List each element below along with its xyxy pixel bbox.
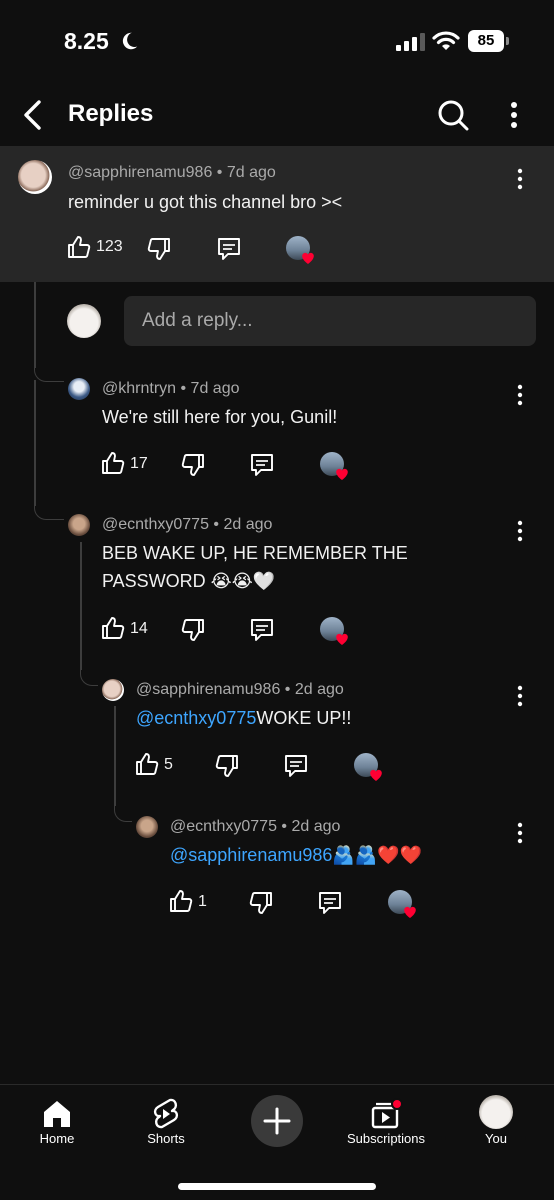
- bottom-nav: Home Shorts Subscriptions You: [0, 1084, 554, 1200]
- reply-icon[interactable]: [283, 753, 309, 779]
- comment-text: @ecnthxy0775WOKE UP!!: [136, 704, 351, 732]
- more-vert-icon[interactable]: [510, 518, 530, 544]
- battery-indicator: 85: [468, 30, 510, 52]
- wifi-icon: [432, 31, 460, 50]
- avatar[interactable]: [136, 816, 158, 838]
- plus-icon: [263, 1107, 291, 1135]
- like-count: 123: [96, 238, 123, 255]
- avatar[interactable]: [68, 514, 90, 536]
- reply-icon[interactable]: [317, 890, 343, 916]
- comment-text: We're still here for you, Gunil!: [102, 407, 338, 427]
- like-count: 17: [130, 455, 148, 472]
- battery-level: 85: [468, 30, 504, 52]
- parent-comment: @sapphirenamu986 • 7d ago reminder u got…: [0, 146, 554, 282]
- creator-heart-icon: [286, 236, 316, 266]
- thumb-down-icon[interactable]: [180, 452, 206, 478]
- comment-text: BEB WAKE UP, HE REMEMBER THE: [102, 543, 408, 563]
- comment-meta: @sapphirenamu986 • 2d ago: [136, 681, 344, 698]
- thumb-up-icon[interactable]: [100, 615, 126, 641]
- signal-icon: [396, 33, 425, 51]
- thread-connector: [80, 664, 98, 686]
- nav-you[interactable]: You: [441, 1085, 551, 1165]
- comment-text: reminder u got this channel bro ><: [68, 192, 343, 212]
- comment-author[interactable]: @ecnthxy0775: [170, 818, 277, 835]
- comment-meta: @khrntryn • 7d ago: [102, 380, 240, 397]
- back-arrow-icon[interactable]: [18, 97, 50, 133]
- nav-home[interactable]: Home: [2, 1085, 112, 1165]
- nav-label: You: [485, 1131, 507, 1146]
- thumb-up-icon[interactable]: [134, 751, 160, 777]
- home-indicator: [178, 1183, 376, 1190]
- subscriptions-icon: [371, 1098, 403, 1129]
- comment-text: @sapphirenamu986🫂🫂❤️❤️: [170, 841, 422, 869]
- thread-line: [34, 380, 36, 506]
- avatar[interactable]: [18, 160, 52, 194]
- thumb-down-icon[interactable]: [180, 617, 206, 643]
- home-icon: [44, 1101, 70, 1127]
- user-avatar: [67, 304, 101, 338]
- thread-line: [114, 706, 116, 806]
- thumb-up-icon[interactable]: [66, 234, 92, 260]
- comment-meta: @ecnthxy0775 • 2d ago: [170, 818, 341, 835]
- nav-label: Home: [39, 1131, 75, 1146]
- comment-meta: @sapphirenamu986 • 7d ago: [68, 164, 276, 181]
- like-count: 14: [130, 620, 148, 637]
- avatar[interactable]: [102, 679, 124, 701]
- app-header: Replies: [0, 84, 554, 146]
- thumb-up-icon[interactable]: [100, 450, 126, 476]
- comment-age: 2d ago: [291, 818, 341, 835]
- status-bar: 8.25 85: [0, 0, 554, 84]
- mention-link[interactable]: @sapphirenamu986: [170, 845, 332, 865]
- comment-author[interactable]: @ecnthxy0775: [102, 516, 209, 533]
- nav-label: Shorts: [147, 1131, 185, 1146]
- avatar[interactable]: [68, 378, 90, 400]
- thread-connector: [34, 360, 64, 382]
- thumb-up-icon[interactable]: [168, 888, 194, 914]
- reply-icon[interactable]: [249, 452, 275, 478]
- thumb-down-icon[interactable]: [248, 890, 274, 916]
- more-vert-icon[interactable]: [510, 166, 530, 192]
- comment-age: 7d ago: [226, 164, 276, 181]
- comment-body: WOKE UP!!: [256, 708, 352, 728]
- more-vert-icon[interactable]: [500, 96, 528, 134]
- page-title: Replies: [68, 100, 154, 127]
- nav-subscriptions[interactable]: Subscriptions: [331, 1085, 441, 1165]
- thread-line: [80, 542, 82, 670]
- like-count: 1: [198, 893, 207, 910]
- like-count: 5: [164, 756, 173, 773]
- creator-heart-icon: [320, 452, 350, 482]
- comment-author[interactable]: @sapphirenamu986: [68, 164, 212, 181]
- thread-connector: [34, 498, 64, 520]
- nav-shorts[interactable]: Shorts: [111, 1085, 221, 1165]
- shorts-icon: [153, 1098, 179, 1129]
- thread-connector: [114, 800, 132, 822]
- creator-heart-icon: [354, 753, 384, 783]
- mention-link[interactable]: @ecnthxy0775: [136, 708, 256, 728]
- reply-input[interactable]: [142, 296, 522, 346]
- comment-age: 7d ago: [190, 380, 240, 397]
- creator-heart-icon: [388, 890, 418, 920]
- comment-text: PASSWORD 😭😭🤍: [102, 571, 276, 591]
- reply-icon[interactable]: [249, 617, 275, 643]
- more-vert-icon[interactable]: [510, 382, 530, 408]
- more-vert-icon[interactable]: [510, 683, 530, 709]
- reply-box[interactable]: [124, 296, 536, 346]
- thumb-down-icon[interactable]: [214, 753, 240, 779]
- reply-icon[interactable]: [216, 236, 242, 262]
- nav-label: Subscriptions: [346, 1131, 426, 1146]
- moon-icon: [122, 32, 138, 50]
- comment-age: 2d ago: [223, 516, 273, 533]
- comment-meta: @ecnthxy0775 • 2d ago: [102, 516, 273, 533]
- search-icon[interactable]: [434, 96, 472, 134]
- user-avatar: [479, 1095, 513, 1129]
- comment-author[interactable]: @sapphirenamu986: [136, 681, 280, 698]
- comment-age: 2d ago: [294, 681, 344, 698]
- more-vert-icon[interactable]: [510, 820, 530, 846]
- create-button[interactable]: [251, 1095, 303, 1147]
- creator-heart-icon: [320, 617, 350, 647]
- comment-author[interactable]: @khrntryn: [102, 380, 176, 397]
- status-time: 8.25: [64, 28, 109, 54]
- comment-body: 🫂🫂❤️❤️: [332, 845, 423, 865]
- thumb-down-icon[interactable]: [146, 236, 172, 262]
